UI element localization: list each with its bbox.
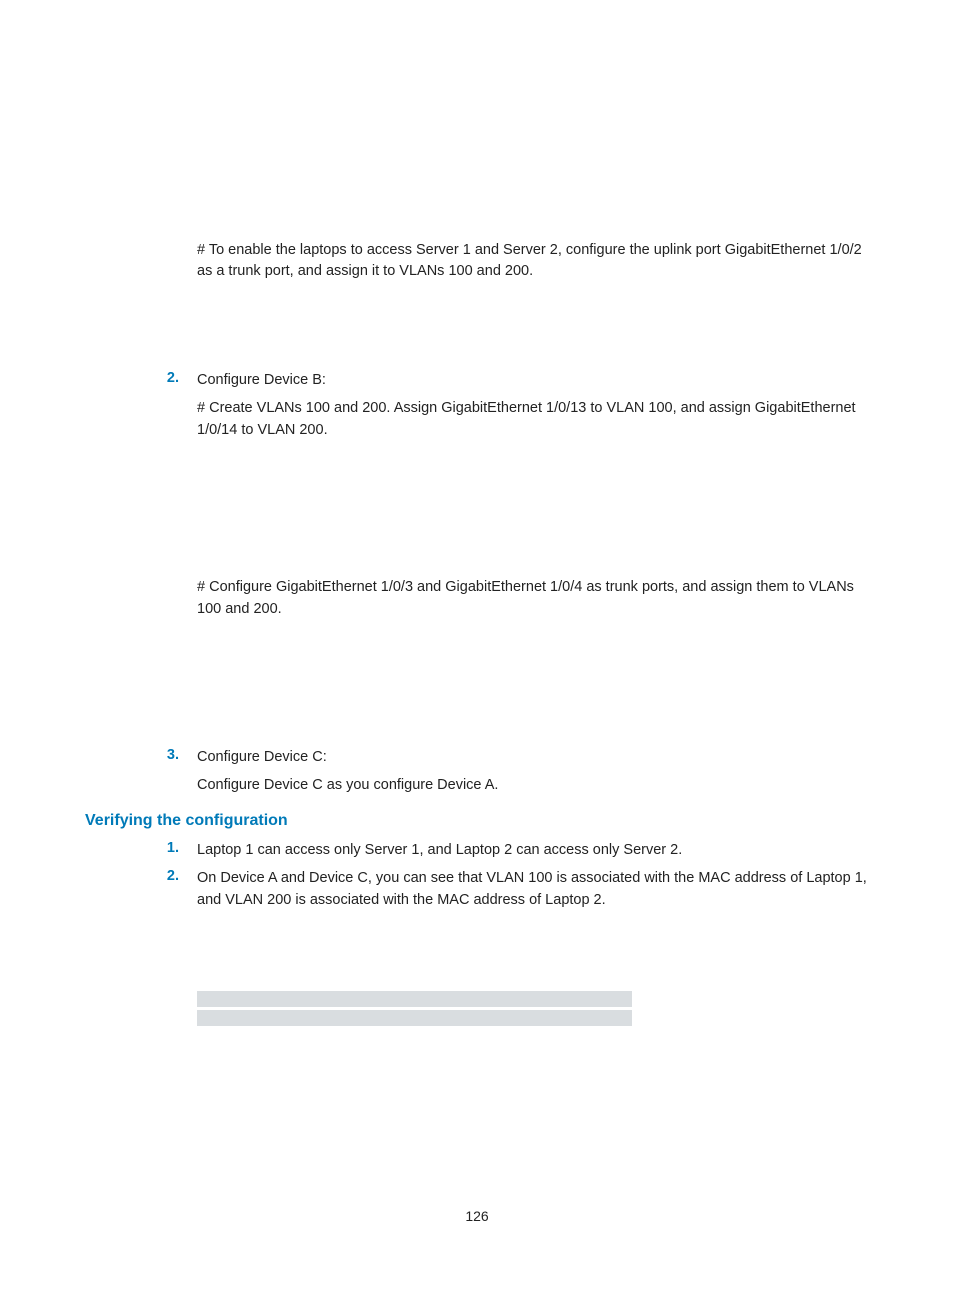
step-2-paragraph-2: # Configure GigabitEthernet 1/0/3 and Gi…: [197, 577, 869, 621]
redacted-bar: [197, 991, 632, 1007]
step-title: Configure Device C:: [197, 747, 869, 769]
verify-1: 1. Laptop 1 can access only Server 1, an…: [85, 840, 869, 862]
step-3: 3. Configure Device C:: [85, 747, 869, 769]
step-2: 2. Configure Device B:: [85, 370, 869, 392]
document-page: # To enable the laptops to access Server…: [0, 0, 954, 1296]
page-number: 126: [0, 1208, 954, 1224]
step-number: 2.: [85, 868, 197, 912]
verify-2: 2. On Device A and Device C, you can see…: [85, 868, 869, 912]
step-3-paragraph-1: Configure Device C as you configure Devi…: [197, 775, 869, 797]
step-number: 2.: [85, 370, 197, 392]
section-heading: Verifying the configuration: [85, 812, 869, 830]
step-title: Configure Device B:: [197, 370, 869, 392]
step-number: 1.: [85, 840, 197, 862]
verify-text: On Device A and Device C, you can see th…: [197, 868, 869, 912]
step-number: 3.: [85, 747, 197, 769]
paragraph: # To enable the laptops to access Server…: [197, 240, 869, 282]
redacted-bar: [197, 1010, 632, 1026]
step-2-paragraph-1: # Create VLANs 100 and 200. Assign Gigab…: [197, 398, 869, 442]
verify-text: Laptop 1 can access only Server 1, and L…: [197, 840, 869, 862]
